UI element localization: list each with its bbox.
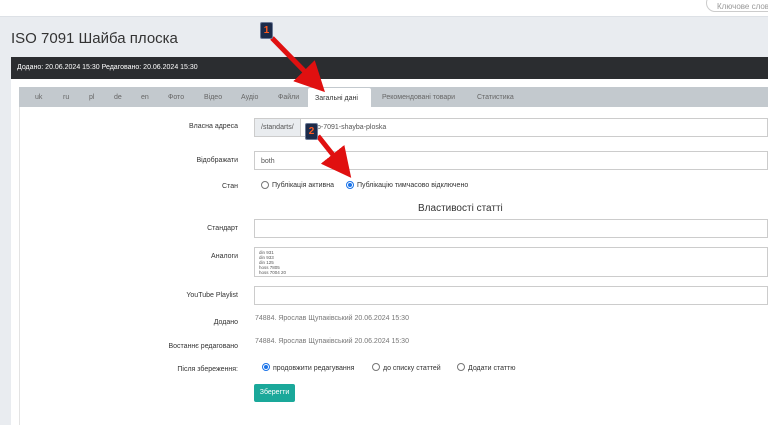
state-label: Стан [222, 183, 238, 190]
state-active-label: Публікація активна [272, 182, 334, 189]
edited-value: 74884. Ярослав Щупаківський 20.06.2024 1… [255, 338, 409, 345]
to-list-label: до списку статтей [383, 365, 441, 372]
keyword-search-input[interactable]: Ключове слово і [706, 0, 768, 12]
display-select[interactable]: both [254, 151, 768, 170]
edited-label: Востаннє редаговано [168, 343, 238, 350]
tab-audio[interactable]: Аудіо [241, 87, 258, 107]
url-field[interactable]: /standarts/ p-7091-shayba-ploska [254, 118, 768, 137]
tab-bar: uk ru pl de en Фото Відео Аудіо Файли За… [19, 87, 768, 107]
analog-line: hoss 7004 20 [259, 270, 287, 275]
url-label: Власна адреса [188, 123, 238, 130]
to-list-radio[interactable] [372, 363, 380, 371]
annotation-marker-1: 1 [260, 22, 273, 39]
url-prefix: /standarts/ [255, 119, 301, 136]
youtube-label: YouTube Playlist [186, 292, 238, 299]
added-value: 74884. Ярослав Щупаківський 20.06.2024 1… [255, 315, 409, 322]
top-bar: Ключове слово і [0, 0, 768, 17]
tab-ru[interactable]: ru [63, 87, 69, 107]
tab-de[interactable]: de [114, 87, 122, 107]
state-disabled-radio[interactable] [346, 181, 354, 189]
page-title: ISO 7091 Шайба плоска [11, 30, 178, 47]
tab-uk[interactable]: uk [35, 87, 42, 107]
after-save-label: Після збереження: [177, 366, 238, 373]
standard-label: Стандарт [207, 225, 238, 232]
url-slug[interactable]: p-7091-shayba-ploska [317, 119, 386, 131]
state-active-radio[interactable] [261, 181, 269, 189]
annotation-marker-2: 2 [305, 123, 318, 140]
added-label: Додано [213, 319, 238, 326]
standard-input[interactable] [254, 219, 768, 238]
meta-info-bar: Додано: 20.06.2024 15:30 Редаговано: 20.… [11, 57, 768, 79]
display-label: Відображати [196, 157, 238, 164]
tab-files[interactable]: Файли [278, 87, 299, 107]
tab-en[interactable]: en [141, 87, 149, 107]
save-button[interactable]: Зберегти [254, 384, 295, 402]
analogs-label: Аналоги [211, 253, 238, 260]
tab-photo[interactable]: Фото [168, 87, 184, 107]
tab-recommended[interactable]: Рекомендовані товари [382, 87, 455, 107]
state-disabled-label: Публікацію тимчасово відключено [357, 182, 469, 189]
tab-general[interactable]: Загальні дані [308, 88, 371, 107]
add-article-label: Додати статтю [468, 365, 516, 372]
continue-editing-radio[interactable] [262, 363, 270, 371]
properties-title: Властивості статті [418, 203, 503, 214]
continue-editing-label: продовжити редагування [273, 365, 355, 372]
tab-video[interactable]: Відео [204, 87, 222, 107]
youtube-input[interactable] [254, 286, 768, 305]
tab-statistics[interactable]: Статистика [477, 87, 514, 107]
tab-pl[interactable]: pl [89, 87, 94, 107]
add-article-radio[interactable] [457, 363, 465, 371]
analogs-textarea[interactable]: din 931 din 933 din 125 hoss 7805 hoss 7… [254, 247, 768, 277]
